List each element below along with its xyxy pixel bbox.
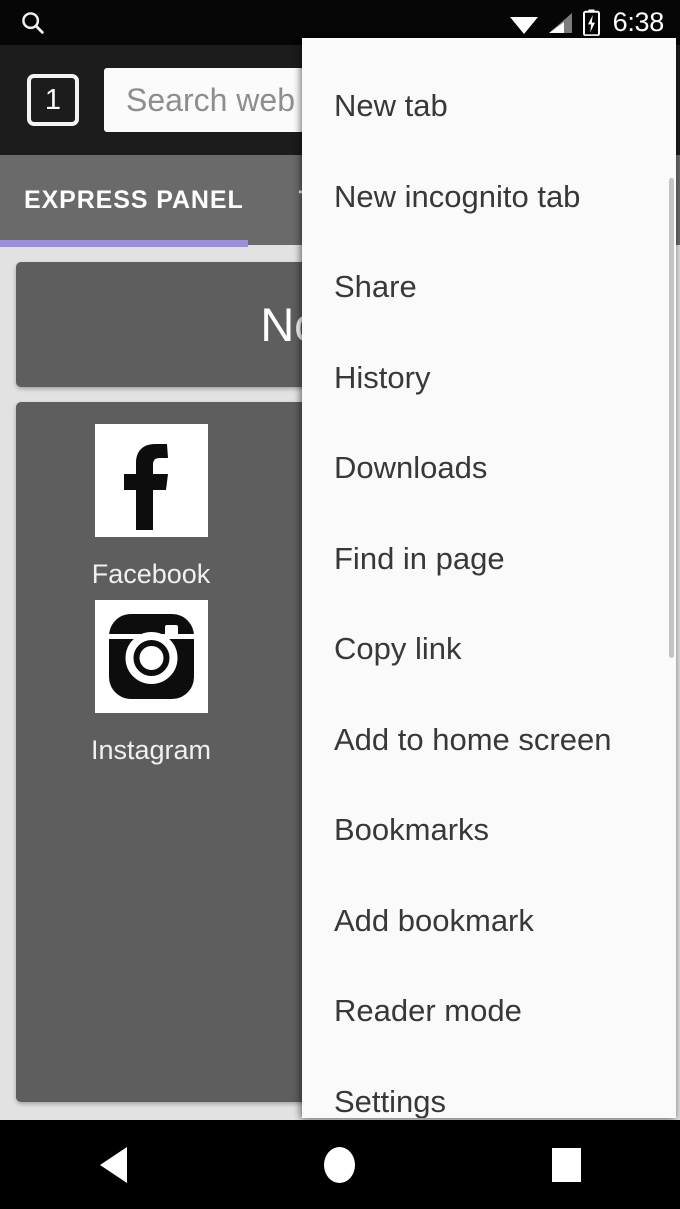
recents-square-icon (552, 1147, 582, 1182)
active-tab-indicator (0, 240, 248, 247)
menu-item-add-to-home-screen[interactable]: Add to home screen (302, 695, 676, 786)
omnibox-placeholder: Search web (126, 81, 295, 118)
shortcut-facebook[interactable]: Facebook (66, 424, 236, 590)
search-icon[interactable] (18, 8, 48, 38)
instagram-icon (94, 600, 208, 713)
tab-express-panel[interactable]: EXPRESS PANEL (24, 186, 244, 215)
home-circle-icon (324, 1146, 356, 1183)
tab-counter-button[interactable]: 1 (27, 74, 79, 126)
menu-item-new-incognito-tab[interactable]: New incognito tab (302, 152, 676, 243)
menu-item-downloads[interactable]: Downloads (302, 423, 676, 514)
cellular-signal-icon (548, 12, 572, 33)
menu-item-bookmarks[interactable]: Bookmarks (302, 785, 676, 876)
back-triangle-icon (99, 1146, 127, 1183)
overflow-menu: New tab New incognito tab Share History … (302, 38, 676, 1118)
menu-item-history[interactable]: History (302, 333, 676, 424)
status-time: 6:38 (612, 7, 665, 37)
battery-charging-icon (582, 9, 600, 36)
menu-item-new-tab[interactable]: New tab (302, 61, 676, 152)
menu-item-share[interactable]: Share (302, 242, 676, 333)
nav-back-button[interactable] (53, 1120, 173, 1209)
phone-screen: 6:38 1 Search web EXPRESS PANEL TO No we… (0, 0, 680, 1209)
shortcut-instagram[interactable]: Instagram (66, 600, 236, 766)
nav-recents-button[interactable] (507, 1120, 627, 1209)
nav-home-button[interactable] (280, 1120, 400, 1209)
menu-item-find-in-page[interactable]: Find in page (302, 514, 676, 605)
facebook-icon (94, 424, 208, 537)
menu-item-add-bookmark[interactable]: Add bookmark (302, 876, 676, 967)
status-icons-group: 6:38 (509, 7, 680, 38)
android-navigation-bar (0, 1120, 680, 1209)
menu-item-reader-mode[interactable]: Reader mode (302, 966, 676, 1057)
wifi-icon (509, 16, 538, 34)
menu-scrollbar[interactable] (669, 178, 674, 658)
menu-item-copy-link[interactable]: Copy link (302, 604, 676, 695)
shortcut-label: Instagram (90, 735, 212, 765)
shortcut-label: Facebook (91, 559, 211, 589)
menu-item-settings[interactable]: Settings (302, 1057, 676, 1118)
